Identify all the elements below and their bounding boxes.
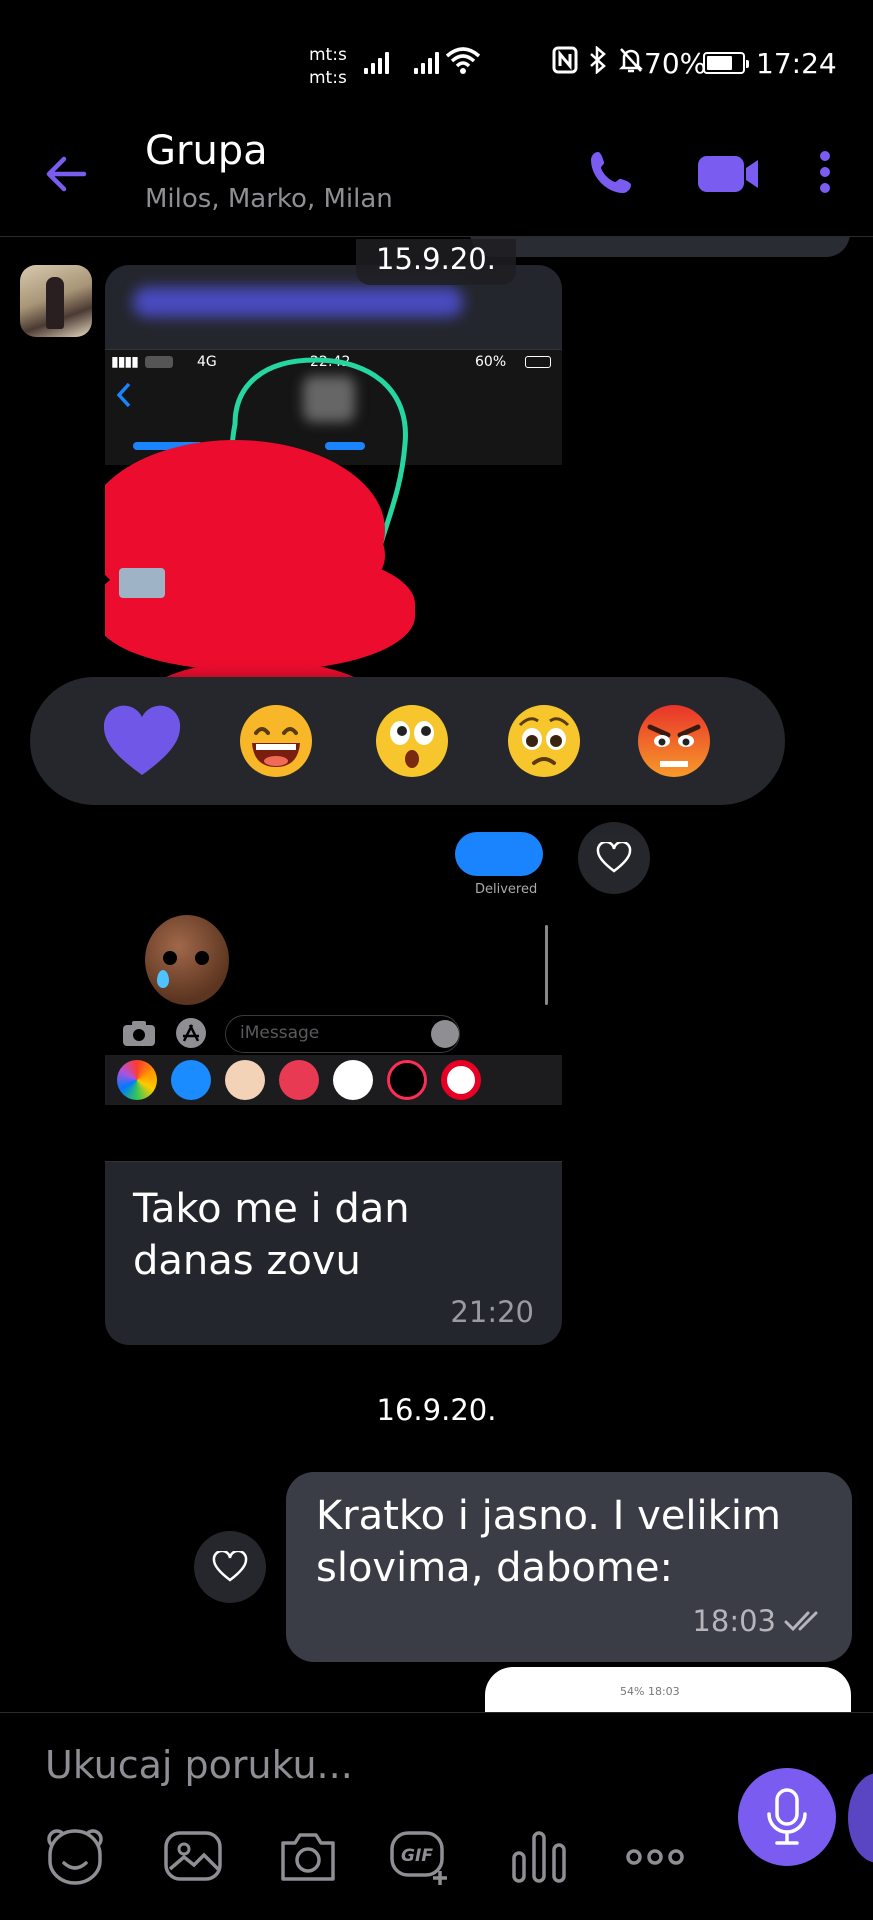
screenshot-scrollbar xyxy=(545,925,548,1005)
gallery-icon[interactable] xyxy=(162,1825,224,1887)
pinterest-app-icon xyxy=(441,1060,481,1100)
signal-1-icon xyxy=(364,50,389,74)
carrier-labels: mt:s mt:s xyxy=(309,44,347,90)
wifi-icon xyxy=(445,47,481,74)
carrier-2: mt:s xyxy=(309,68,347,88)
previous-message-edge xyxy=(470,237,850,257)
digital-touch-app-icon xyxy=(387,1060,427,1100)
nfc-icon xyxy=(552,46,578,74)
carrier-1: mt:s xyxy=(309,45,347,65)
chat-members[interactable]: Milos, Marko, Milan xyxy=(145,184,393,214)
memoji-app-icon xyxy=(225,1060,265,1100)
screenshot-back-icon xyxy=(116,382,131,408)
bluetooth-icon xyxy=(590,46,606,74)
screenshot-imessage-field: iMessage xyxy=(225,1015,460,1053)
reaction-laughing-icon[interactable] xyxy=(236,701,316,781)
outgoing-message-bubble[interactable]: Kratko i jasno. I velikim slovima, dabom… xyxy=(286,1472,852,1662)
sticker-icon[interactable] xyxy=(44,1825,106,1887)
screenshot-sent-bubble xyxy=(455,832,543,876)
svg-text:GIF: GIF xyxy=(401,1846,433,1866)
clock: 17:24 xyxy=(756,47,837,80)
date-separator: 15.9.20. xyxy=(356,239,516,285)
outgoing-image-preview[interactable]: 54% 18:03 xyxy=(485,1667,851,1712)
screenshot-battery: 60% xyxy=(475,354,507,370)
mute-bell-icon xyxy=(618,48,644,73)
status-icons xyxy=(552,46,644,74)
voice-message-button[interactable] xyxy=(738,1768,836,1866)
more-options-icon[interactable] xyxy=(812,148,838,196)
blurred-sender-name xyxy=(133,287,463,317)
like-button[interactable] xyxy=(578,822,650,894)
reaction-sad-icon[interactable] xyxy=(504,701,584,781)
camera-icon[interactable] xyxy=(277,1825,339,1887)
partial-button-edge xyxy=(848,1773,873,1863)
double-check-icon xyxy=(784,1611,818,1632)
screenshot-app-drawer xyxy=(105,1055,562,1105)
crying-memoji-sticker xyxy=(145,915,229,1005)
incoming-message-bubble[interactable]: ▮▮▮▮ 4G 22:42 60% Delivered iMessage Tak… xyxy=(105,265,562,1345)
search-images-app-icon xyxy=(279,1060,319,1100)
reaction-heart-icon[interactable] xyxy=(102,701,182,781)
message-text[interactable]: Kratko i jasno. I velikim slovima, dabom… xyxy=(316,1490,836,1594)
photos-app-icon xyxy=(117,1060,157,1100)
battery-icon xyxy=(703,52,749,74)
message-text[interactable]: Tako me i dan danas zovu xyxy=(133,1183,533,1287)
appstore-app-icon xyxy=(171,1060,211,1100)
music-app-icon xyxy=(333,1060,373,1100)
date-separator-2: 16.9.20. xyxy=(376,1393,497,1427)
chat-title[interactable]: Grupa xyxy=(145,128,268,174)
poll-icon[interactable] xyxy=(508,1825,570,1887)
sender-avatar[interactable] xyxy=(20,265,92,337)
battery-percent: 70% xyxy=(644,47,707,80)
screenshot-network: 4G xyxy=(197,354,217,370)
gif-icon[interactable]: GIF xyxy=(390,1825,452,1887)
back-arrow-icon[interactable] xyxy=(40,148,92,200)
message-time: 21:20 xyxy=(450,1295,534,1329)
reaction-picker xyxy=(30,677,785,805)
heart-outline-icon xyxy=(212,1551,248,1582)
reaction-angry-icon[interactable] xyxy=(634,701,714,781)
message-list[interactable]: ▮▮▮▮ 4G 22:42 60% Delivered iMessage Tak… xyxy=(0,237,873,1712)
reaction-surprised-icon[interactable] xyxy=(372,701,452,781)
preview-status-bar: 54% 18:03 xyxy=(620,1685,680,1698)
signal-2-icon xyxy=(414,50,439,74)
screenshot-camera-icon xyxy=(123,1021,155,1046)
video-call-icon[interactable] xyxy=(696,150,760,198)
like-button-2[interactable] xyxy=(194,1531,266,1603)
message-input[interactable]: Ukucaj poruku... xyxy=(45,1743,353,1787)
screenshot-delivered: Delivered xyxy=(475,882,538,897)
more-icon[interactable] xyxy=(624,1825,686,1887)
phone-call-icon[interactable] xyxy=(588,148,636,196)
chat-header: Grupa Milos, Marko, Milan xyxy=(0,120,873,237)
thumbnail-fragment xyxy=(119,568,165,598)
heart-outline-icon xyxy=(596,842,632,873)
screenshot-audio-icon xyxy=(431,1020,459,1048)
blue-bar-2 xyxy=(325,442,365,450)
microphone-icon xyxy=(767,1788,807,1845)
message-composer: Ukucaj poruku... GIF xyxy=(0,1712,873,1920)
message-time: 18:03 xyxy=(692,1604,776,1638)
status-bar: mt:s mt:s 70% 17:24 xyxy=(0,0,873,120)
screenshot-appstore-icon xyxy=(176,1018,206,1048)
